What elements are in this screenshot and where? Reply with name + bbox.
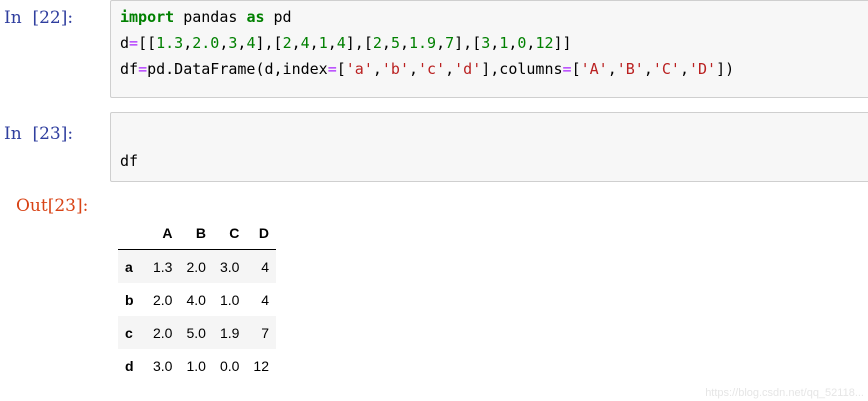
code-token: 1.9 [409,34,437,52]
code-token: 1.3 [156,34,184,52]
column-header-a: A [146,216,180,250]
code-token: ],[ [255,34,283,52]
code-token: [[ [138,34,157,52]
code-token: 1 [499,34,509,52]
table-cell: 1.0 [186,357,206,374]
table-cell: 7 [261,324,269,341]
code-token: 'D' [688,60,717,78]
row-index: a [125,258,133,275]
code-token: pd [264,8,292,26]
code-line-2: d=[[1.3,2.0,3,4],[2,4,1,4],[2,5,1.9,7],[… [120,33,572,53]
code-token: df [120,60,139,78]
code-token: , [372,60,382,78]
code-token: as [246,8,265,26]
code-token: = [129,34,139,52]
code-line-3: df=pd.DataFrame(d,index=['a','b','c','d'… [120,59,734,79]
code-token: , [445,60,455,78]
table-cell: 5.0 [186,324,206,341]
code-token: 2 [372,34,382,52]
input-prompt-23: In [23]: [4,124,74,144]
code-token: 1 [318,34,328,52]
code-token: ]] [553,34,572,52]
table-cell: 4 [261,258,269,275]
code-token: , [309,34,319,52]
code-cell-22[interactable]: import pandas as pd d=[[1.3,2.0,3,4],[2,… [110,0,868,98]
code-token: 'a' [345,60,373,78]
input-prompt-22: In [22]: [4,8,74,28]
code-token: ]) [716,60,735,78]
code-line-df: df [120,151,138,171]
code-token: = [138,60,148,78]
code-token: 'B' [616,60,644,78]
code-token: , [183,34,193,52]
code-token: 'C' [652,60,680,78]
code-token: = [327,60,337,78]
table-row: c 2.0 5.0 1.9 7 [118,316,276,349]
code-token: ],columns [481,60,563,78]
table-cell: 3.0 [219,258,240,275]
code-token: 'b' [381,60,409,78]
code-token: 'c' [418,60,446,78]
code-token: 4 [336,34,346,52]
row-index: d [125,357,134,374]
code-token: = [562,60,572,78]
code-token: pandas [174,8,247,26]
table-header-row: A B C D [118,216,276,250]
code-token: 2 [282,34,292,52]
code-token: [ [336,60,346,78]
code-token: , [436,34,446,52]
code-token: [ [571,60,581,78]
table-cell: 2.0 [186,258,206,275]
table-row: d 3.0 1.0 0.0 12 [118,349,276,382]
code-token: pd.DataFrame(d,index [147,60,328,78]
table-cell: 12 [253,357,269,374]
code-token: , [327,34,337,52]
column-header-b: B [179,216,213,250]
code-token: 12 [535,34,554,52]
code-token: , [490,34,500,52]
table-row: a 1.3 2.0 3.0 4 [118,249,276,283]
code-token: 5 [390,34,400,52]
code-line-1: import pandas as pd [120,7,292,27]
code-cell-23[interactable]: df [110,112,868,182]
code-token: 'A' [580,60,608,78]
table-cell: 4 [261,291,269,308]
table-cell: 3.0 [153,357,173,374]
code-token: , [643,60,653,78]
code-token: import [120,8,175,26]
code-token: , [607,60,617,78]
table-cell: 0.0 [219,357,240,374]
code-token: , [399,34,409,52]
row-index: b [125,291,134,308]
code-token: , [291,34,301,52]
table-row: b 2.0 4.0 1.0 4 [118,283,276,316]
table-cell: 2.0 [153,324,173,341]
column-header-d: D [246,216,276,250]
output-prompt-23: Out[23]: [16,196,89,216]
code-token: ],[ [454,34,482,52]
code-token: 7 [445,34,455,52]
code-token: , [679,60,689,78]
code-token: 3 [481,34,491,52]
code-token: d [120,34,130,52]
table-cell: 1.9 [219,324,240,341]
code-token: 4 [300,34,310,52]
code-token: , [381,34,391,52]
table-cell: 1.3 [153,258,173,275]
index-header [118,216,146,250]
code-token: df [120,152,139,170]
code-token: ],[ [345,34,373,52]
table-cell: 4.0 [186,291,206,308]
row-index: c [125,324,133,341]
code-token: 'd' [454,60,482,78]
code-token: 2.0 [192,34,220,52]
watermark-url: https://blog.csdn.net/qq_52118... [705,387,864,399]
column-header-c: C [212,216,247,250]
table-cell: 2.0 [153,291,173,308]
code-token: , [409,60,419,78]
table-cell: 1.0 [219,291,240,308]
dataframe-table: A B C D a 1.3 2.0 3.0 4 b 2.0 4.0 1.0 4 … [118,216,276,382]
